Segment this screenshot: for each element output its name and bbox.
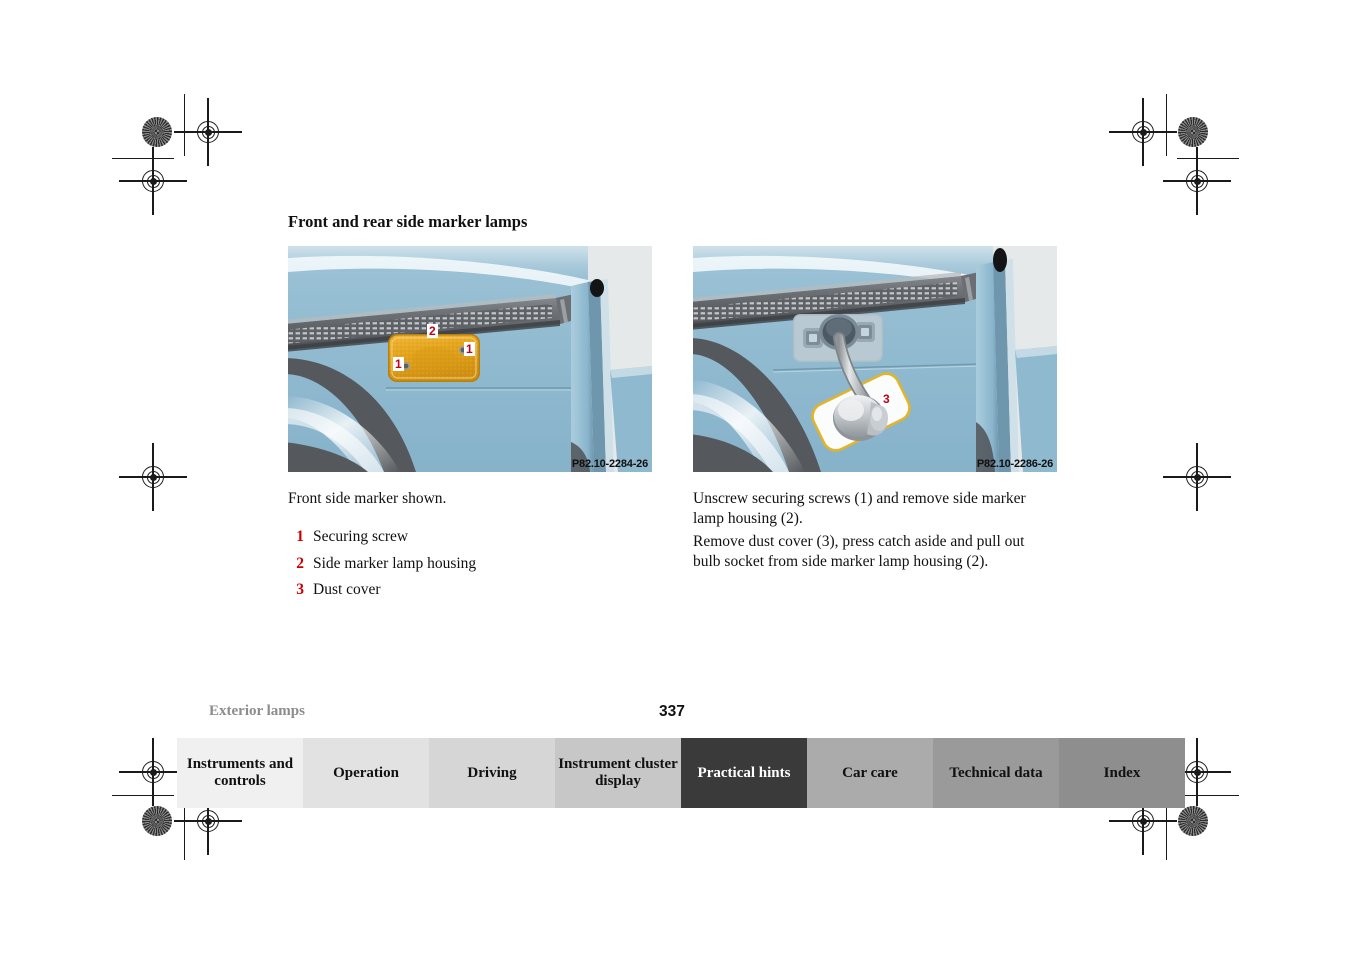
parts-legend: 1 Securing screw 2 Side marker lamp hous…: [288, 524, 648, 604]
running-head: Exterior lamps: [209, 703, 305, 719]
figure-bulb-socket-removal: 3 P82.10-2286-26: [693, 246, 1057, 472]
page-number: 337: [659, 703, 685, 720]
density-patch-bottom-left: [142, 806, 172, 836]
page-heading: Front and rear side marker lamps: [288, 212, 528, 231]
crop-line-left-horizontal: [112, 158, 174, 160]
list-item: 1 Securing screw: [288, 524, 648, 551]
density-patch-bottom-right: [1178, 806, 1208, 836]
bulb-socket-illustration: [693, 246, 1057, 472]
density-patch-top-right: [1178, 117, 1208, 147]
figure-left-callout-1-right: 1: [464, 342, 475, 356]
legend-text-3: Dust cover: [313, 581, 381, 598]
tab-instrument-cluster-display[interactable]: Instrument cluster display: [555, 738, 681, 808]
tab-technical-data[interactable]: Technical data: [933, 738, 1059, 808]
figure-left-code: P82.10-2284-26: [571, 458, 648, 470]
tab-label: Index: [1103, 764, 1141, 781]
crop-line-top-left-vertical: [184, 94, 186, 156]
list-item: 2 Side marker lamp housing: [288, 551, 648, 578]
tab-index[interactable]: Index: [1059, 738, 1185, 808]
figure-right-code: P82.10-2286-26: [976, 458, 1053, 470]
tab-label: Practical hints: [697, 764, 791, 781]
instruction-paragraph-1: Unscrew securing screws (1) and remove s…: [693, 490, 1026, 527]
crop-line-top-right-vertical: [1166, 94, 1168, 156]
tab-practical-hints[interactable]: Practical hints: [681, 738, 807, 808]
legend-number-1: 1: [296, 528, 304, 545]
manual-page: Front and rear side marker lamps 2 1 1 P…: [0, 0, 1351, 954]
tab-label: Instruments and controls: [186, 756, 294, 789]
crop-line-right-horizontal: [1177, 158, 1239, 160]
density-patch-top-left: [142, 117, 172, 147]
tab-label: Instrument cluster display: [558, 756, 678, 789]
instruction-paragraph-2: Remove dust cover (3), press catch aside…: [693, 533, 1025, 570]
tab-car-care[interactable]: Car care: [807, 738, 933, 808]
left-caption: Front side marker shown.: [288, 490, 447, 507]
figure-front-side-marker: 2 1 1 P82.10-2284-26: [288, 246, 652, 472]
figure-right-callout-3: 3: [881, 392, 892, 406]
chapter-tab-bar: Instruments and controls Operation Drivi…: [177, 738, 1185, 808]
crop-line-bottom-left-horizontal: [112, 795, 174, 797]
crop-line-bottom-right-horizontal: [1177, 795, 1239, 797]
front-side-marker-illustration: [288, 246, 652, 472]
list-item: 3 Dust cover: [288, 577, 648, 604]
tab-label: Technical data: [949, 764, 1043, 781]
legend-text-1: Securing screw: [313, 528, 409, 545]
legend-number-2: 2: [296, 554, 304, 572]
tab-label: Operation: [333, 764, 399, 781]
figure-left-callout-1-left: 1: [393, 357, 404, 371]
tab-instruments-and-controls[interactable]: Instruments and controls: [177, 738, 303, 808]
figure-left-callout-2: 2: [427, 324, 438, 338]
tab-label: Driving: [467, 764, 517, 781]
legend-text-2: Side marker lamp housing: [313, 554, 477, 572]
tab-driving[interactable]: Driving: [429, 738, 555, 808]
legend-number-3: 3: [296, 581, 304, 598]
tab-operation[interactable]: Operation: [303, 738, 429, 808]
tab-label: Car care: [842, 764, 898, 781]
